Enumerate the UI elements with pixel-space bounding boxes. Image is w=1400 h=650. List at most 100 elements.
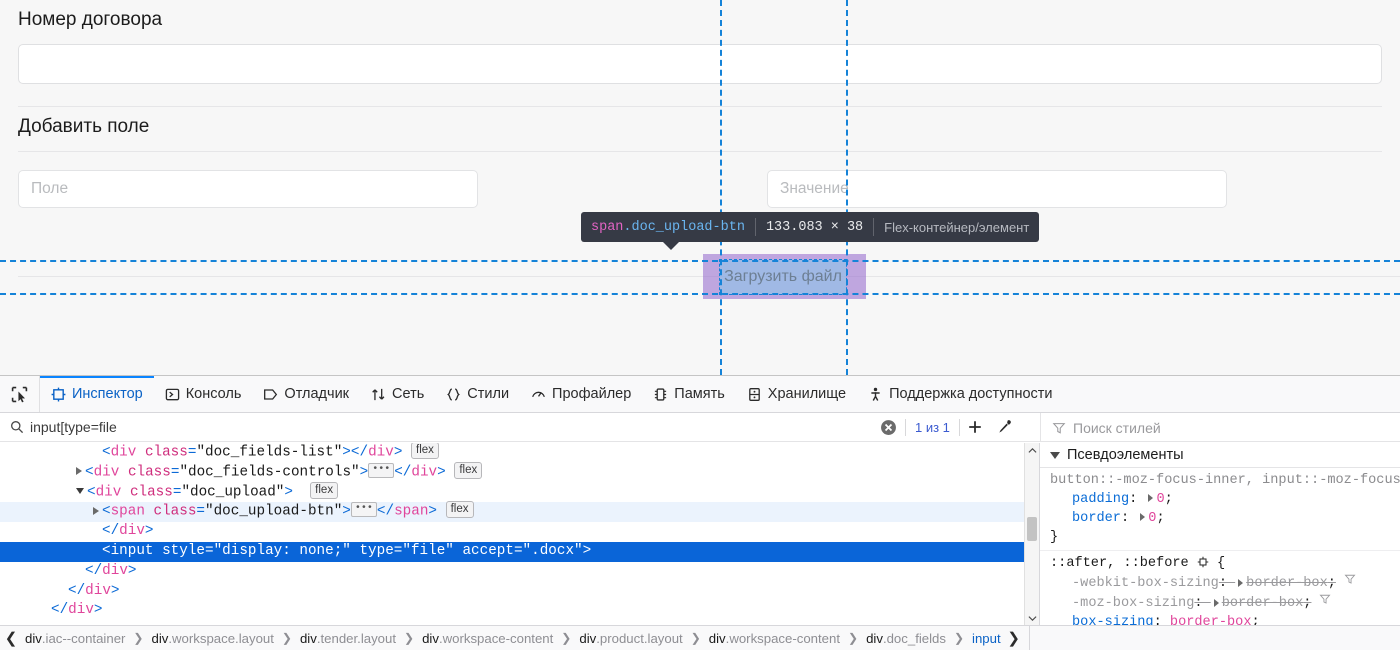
search-match-count: 1 из 1 <box>915 419 950 435</box>
flex-badge[interactable]: flex <box>310 481 339 499</box>
tab-label: Хранилище <box>767 386 847 402</box>
dom-tree-row[interactable]: <span class="doc_upload-btn"> ••• </span> … <box>0 501 1025 523</box>
breadcrumb-item[interactable]: div .iac--container <box>22 631 128 646</box>
breadcrumb-class: .product.layout <box>596 630 683 646</box>
css-declaration[interactable]: -webkit-box-sizing: border-box; <box>1050 573 1400 593</box>
breadcrumb-item[interactable]: div .workspace.layout <box>148 631 276 646</box>
css-property: -webkit-box-sizing <box>1072 576 1219 592</box>
breadcrumb-separator: ❯ <box>281 631 292 645</box>
flex-badge[interactable]: flex <box>454 461 483 479</box>
scroll-down-arrow[interactable] <box>1025 611 1039 626</box>
dom-tree-row[interactable]: <div class="doc_fields-list"></div> flex <box>0 443 1025 463</box>
dom-tree-row[interactable]: </div> <box>0 582 1025 602</box>
dom-token: div <box>110 444 137 461</box>
dom-tree-scrollbar[interactable] <box>1024 443 1039 626</box>
tab-memory[interactable]: Память <box>642 376 736 412</box>
collapse-arrow-icon[interactable] <box>76 488 84 495</box>
dom-tree-row[interactable]: </div> <box>0 562 1025 582</box>
css-selector[interactable]: button::-moz-focus-inner, input::-moz-fo… <box>1050 471 1400 490</box>
expand-shorthand-icon[interactable] <box>1148 494 1154 503</box>
breadcrumb-item[interactable]: div .tender.layout <box>297 631 399 646</box>
network-icon <box>371 387 386 402</box>
css-declaration[interactable]: -moz-box-sizing: border-box; <box>1050 593 1400 613</box>
dom-token: < <box>85 464 94 481</box>
tab-network[interactable]: Сеть <box>360 376 435 412</box>
field-value-input[interactable]: Значение <box>767 170 1227 208</box>
flex-badge[interactable]: flex <box>411 443 439 459</box>
breadcrumb-item[interactable]: div .product.layout <box>576 631 685 646</box>
pseudo-elements-section-header[interactable]: Псевдоэлементы <box>1040 443 1400 468</box>
dom-tree[interactable]: <div class="doc_fields-list"></div> flex… <box>0 443 1025 626</box>
chevron-down-icon <box>1027 616 1037 622</box>
css-value[interactable]: border-box <box>1222 596 1304 611</box>
tab-style-editor[interactable]: Стили <box>435 376 520 412</box>
breadcrumb-class: .doc_fields <box>882 630 946 646</box>
accessibility-icon <box>868 387 883 402</box>
scroll-up-arrow[interactable] <box>1025 443 1039 458</box>
element-state-icon[interactable] <box>1197 556 1209 568</box>
contract-number-block: Номер договора <box>0 0 1400 107</box>
field-name-input[interactable]: Поле <box>18 170 478 208</box>
tab-console[interactable]: Консоль <box>154 376 253 412</box>
dom-token: > <box>110 582 120 599</box>
dom-tree-row[interactable]: <div class="doc_fields-controls"> ••• </di… <box>0 461 1025 483</box>
guide-line-horizontal-top <box>0 260 1400 262</box>
dom-search-field[interactable]: input[type=file <box>0 419 880 435</box>
add-rule-button[interactable] <box>960 414 990 440</box>
dom-tree-row[interactable]: <input style="display: none;" type="file… <box>0 541 1025 562</box>
search-clear-button[interactable] <box>880 419 897 436</box>
expand-shorthand-icon[interactable] <box>1238 578 1244 587</box>
breadcrumb-tag: div <box>151 630 169 646</box>
dom-token: > <box>342 444 351 461</box>
dom-token: style <box>162 542 205 559</box>
tab-label: Стили <box>467 386 510 402</box>
breadcrumb-item[interactable]: input <box>969 631 1004 646</box>
breadcrumb-item[interactable]: div .workspace-content <box>419 631 556 646</box>
breadcrumb-tag: div <box>299 630 317 646</box>
tab-accessibility[interactable]: Поддержка доступности <box>857 376 1063 412</box>
dom-token: "doc_fields-list" <box>196 444 343 461</box>
divider <box>1028 626 1030 650</box>
collapsed-content-icon[interactable]: ••• <box>368 462 395 478</box>
dom-tree-row[interactable]: </div> <box>0 522 1025 542</box>
scrollbar-thumb[interactable] <box>1027 517 1037 541</box>
breadcrumb-tag: div <box>708 630 726 646</box>
filter-icon[interactable] <box>1319 593 1331 612</box>
filter-icon[interactable] <box>1344 573 1356 592</box>
dom-tree-row[interactable]: <div class="doc_upload"> flex <box>0 481 1025 503</box>
dom-token: "file" <box>402 542 454 559</box>
eyedropper-button[interactable] <box>990 414 1020 440</box>
styles-filter-field[interactable]: Поиск стилей <box>1040 413 1400 442</box>
expand-arrow-icon[interactable] <box>93 506 99 515</box>
node-picker-button[interactable] <box>0 376 40 412</box>
pseudo-elements-title: Псевдоэлементы <box>1067 446 1184 463</box>
breadcrumb-item[interactable]: div .doc_fields <box>863 631 949 646</box>
dom-token: < <box>102 503 111 520</box>
breadcrumb-forward-button[interactable]: ❯ <box>1004 629 1024 647</box>
row-spacer <box>478 170 767 208</box>
breadcrumb-back-button[interactable]: ❮ <box>0 629 22 647</box>
css-declaration[interactable]: border: 0; <box>1050 509 1400 528</box>
dom-tree-row[interactable]: </div> <box>0 601 1025 621</box>
tab-label: Поддержка доступности <box>889 386 1053 402</box>
expand-arrow-icon[interactable] <box>76 467 82 476</box>
css-value[interactable]: border-box <box>1246 576 1328 591</box>
tab-debugger[interactable]: Отладчик <box>252 376 360 412</box>
contract-number-input[interactable] <box>18 44 1382 84</box>
expand-shorthand-icon[interactable] <box>1140 513 1146 522</box>
dom-breadcrumb-bar: ❮ div .iac--container ❯ div .workspace.layou… <box>0 625 1400 650</box>
dom-token: < <box>102 542 111 559</box>
css-value[interactable]: 0 <box>1156 492 1164 507</box>
breadcrumb-item[interactable]: div .workspace-content <box>706 631 843 646</box>
tab-label: Отладчик <box>284 386 350 402</box>
tab-storage[interactable]: Хранилище <box>736 376 857 412</box>
flex-badge[interactable]: flex <box>445 501 474 519</box>
css-declaration[interactable]: padding: 0; <box>1050 490 1400 509</box>
eyedropper-icon <box>999 420 1011 433</box>
breadcrumb-separator: ❯ <box>561 631 572 645</box>
tab-performance[interactable]: Профайлер <box>520 376 642 412</box>
tab-inspector[interactable]: Инспектор <box>40 376 154 412</box>
expand-shorthand-icon[interactable] <box>1213 598 1219 607</box>
css-selector[interactable]: ::after, ::before { <box>1050 554 1400 573</box>
collapsed-content-icon[interactable]: ••• <box>350 502 377 518</box>
